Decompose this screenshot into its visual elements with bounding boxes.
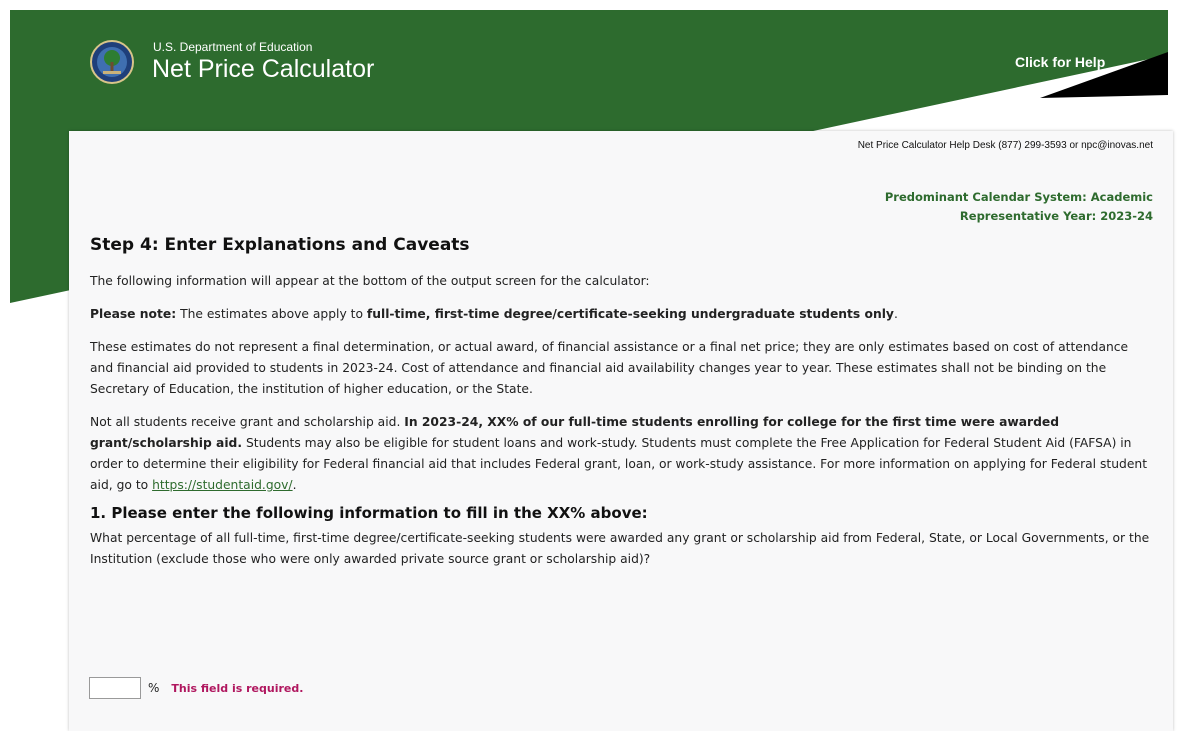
- agency-name: U.S. Department of Education: [153, 40, 313, 54]
- helpdesk-contact: Net Price Calculator Help Desk (877) 299…: [857, 140, 1153, 151]
- note-end: .: [893, 307, 898, 321]
- note-bold: full-time, first-time degree/certificate…: [366, 307, 894, 321]
- help-link[interactable]: Click for Help: [1015, 54, 1105, 70]
- calendar-info: Predominant Calendar System: Academic Re…: [885, 188, 1153, 226]
- intro-text: The following information will appear at…: [90, 274, 650, 288]
- please-note: Please note: The estimates above apply t…: [90, 304, 1154, 325]
- step-content: Step 4: Enter Explanations and Caveats T…: [90, 233, 1154, 582]
- required-error: This field is required.: [171, 681, 304, 695]
- studentaid-link[interactable]: https://studentaid.gov/: [152, 478, 293, 492]
- note-label: Please note:: [90, 307, 177, 321]
- aid-text-1: Not all students receive grant and schol…: [90, 415, 405, 429]
- app-title: Net Price Calculator: [152, 55, 375, 83]
- representative-year: Representative Year: 2023-24: [959, 209, 1153, 223]
- aid-paragraph: Not all students receive grant and schol…: [90, 412, 1154, 496]
- main-card: Net Price Calculator Help Desk (877) 299…: [69, 131, 1173, 731]
- doe-seal-icon: [90, 40, 134, 84]
- step-title: Step 4: Enter Explanations and Caveats: [90, 235, 470, 255]
- calendar-system: Predominant Calendar System: Academic: [884, 190, 1153, 204]
- estimates-paragraph: These estimates do not represent a final…: [90, 340, 1129, 396]
- aid-end: .: [292, 478, 297, 492]
- percentage-row: % This field is required.: [89, 677, 303, 699]
- percentage-input[interactable]: [89, 677, 141, 699]
- note-text: The estimates above apply to: [176, 307, 367, 321]
- percent-sign: %: [148, 681, 160, 695]
- question-title: 1. Please enter the following informatio…: [90, 504, 648, 522]
- question-text: What percentage of all full-time, first-…: [90, 531, 1150, 566]
